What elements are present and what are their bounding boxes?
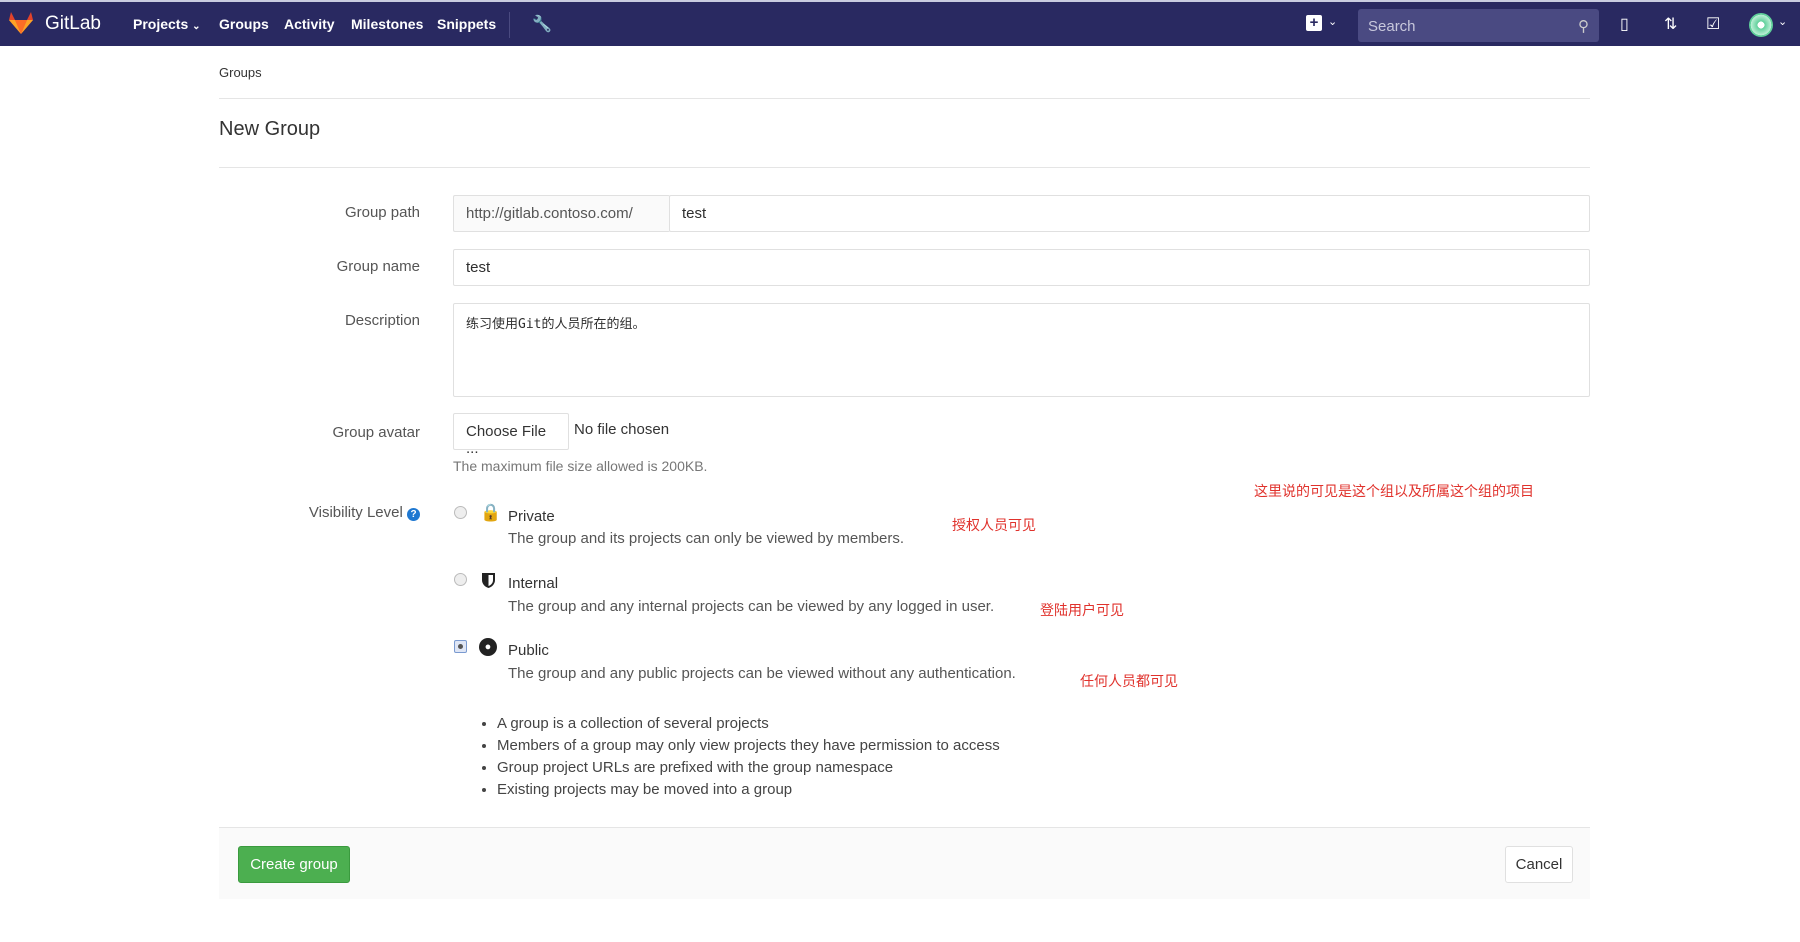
option-public-title: Public <box>508 642 549 659</box>
radio-internal[interactable] <box>454 573 467 586</box>
wrench-icon[interactable]: 🔧 <box>532 14 552 34</box>
list-item: Members of a group may only view project… <box>497 735 1000 757</box>
search-placeholder: Search <box>1368 18 1416 35</box>
list-item: A group is a collection of several proje… <box>497 713 1000 735</box>
merge-request-icon[interactable]: ⇅ <box>1664 14 1677 34</box>
group-name-input[interactable]: test <box>453 249 1590 286</box>
top-navbar: GitLab Projects ⌄ Groups Activity Milest… <box>0 0 1800 46</box>
divider <box>219 167 1590 168</box>
issues-icon[interactable]: ▯ <box>1620 14 1629 34</box>
list-item: Group project URLs are prefixed with the… <box>497 757 1000 779</box>
search-icon[interactable]: ⚲ <box>1578 17 1589 35</box>
lock-icon: 🔒 <box>480 503 502 522</box>
chevron-down-icon: ⌄ <box>192 21 201 32</box>
chevron-down-icon[interactable]: ⌄ <box>1328 15 1337 28</box>
option-private-desc: The group and its projects can only be v… <box>508 530 905 547</box>
list-item: Existing projects may be moved into a gr… <box>497 779 1000 801</box>
page-title: New Group <box>219 118 321 140</box>
radio-public[interactable] <box>454 640 467 653</box>
form-actions <box>219 827 1590 899</box>
nav-snippets[interactable]: Snippets <box>437 16 496 32</box>
nav-projects[interactable]: Projects ⌄ <box>133 16 201 32</box>
group-avatar-label: Group avatar <box>332 424 420 441</box>
annotation-internal: 登陆用户可见 <box>1040 602 1124 618</box>
option-private-title: Private <box>508 508 555 525</box>
nav-milestones[interactable]: Milestones <box>351 16 423 32</box>
brand-name[interactable]: GitLab <box>45 13 101 35</box>
help-icon[interactable]: ? <box>407 508 420 521</box>
visibility-label-text: Visibility Level <box>308 504 403 521</box>
globe-icon: ● <box>479 638 497 656</box>
option-public-desc: The group and any public projects can be… <box>508 665 1016 682</box>
group-path-label: Group path <box>344 204 420 221</box>
nav-projects-label: Projects <box>133 16 189 32</box>
group-path-input[interactable]: test <box>669 195 1590 232</box>
search-input[interactable]: Search ⚲ <box>1358 9 1599 42</box>
avatar[interactable] <box>1749 13 1773 37</box>
option-internal-desc: The group and any internal projects can … <box>508 598 995 615</box>
nav-activity[interactable]: Activity <box>284 16 335 32</box>
file-status: No file chosen <box>574 421 670 438</box>
avatar-help-text: The maximum file size allowed is 200KB. <box>453 458 708 474</box>
option-internal-title: Internal <box>508 575 559 592</box>
cancel-button[interactable]: Cancel <box>1505 846 1573 883</box>
breadcrumb[interactable]: Groups <box>219 65 262 80</box>
annotation-private: 授权人员可见 <box>952 517 1036 533</box>
radio-private[interactable] <box>454 506 467 519</box>
nav-divider <box>509 12 510 38</box>
description-textarea[interactable]: 练习使用Git的人员所在的组。 <box>453 303 1590 397</box>
new-item-plus-icon[interactable]: + <box>1306 15 1322 31</box>
nav-groups[interactable]: Groups <box>219 16 269 32</box>
gitlab-logo-icon[interactable] <box>8 11 34 35</box>
annotation-public: 任何人员都可见 <box>1080 673 1178 689</box>
create-group-button[interactable]: Create group <box>238 846 350 883</box>
divider <box>219 98 1590 99</box>
annotation-visibility: 这里说的可见是这个组以及所属这个组的项目 <box>1254 483 1534 499</box>
description-label: Description <box>344 312 420 329</box>
chevron-down-icon[interactable]: ⌄ <box>1778 15 1787 28</box>
choose-file-button[interactable]: Choose File ... <box>453 413 569 457</box>
group-info-list: A group is a collection of several proje… <box>497 713 1000 801</box>
visibility-label: Visibility Level ? <box>309 504 420 521</box>
shield-icon <box>482 573 495 588</box>
todos-icon[interactable]: ☑ <box>1706 14 1720 34</box>
group-path-prefix: http://gitlab.contoso.com/ <box>453 195 670 232</box>
group-name-label: Group name <box>336 258 420 275</box>
